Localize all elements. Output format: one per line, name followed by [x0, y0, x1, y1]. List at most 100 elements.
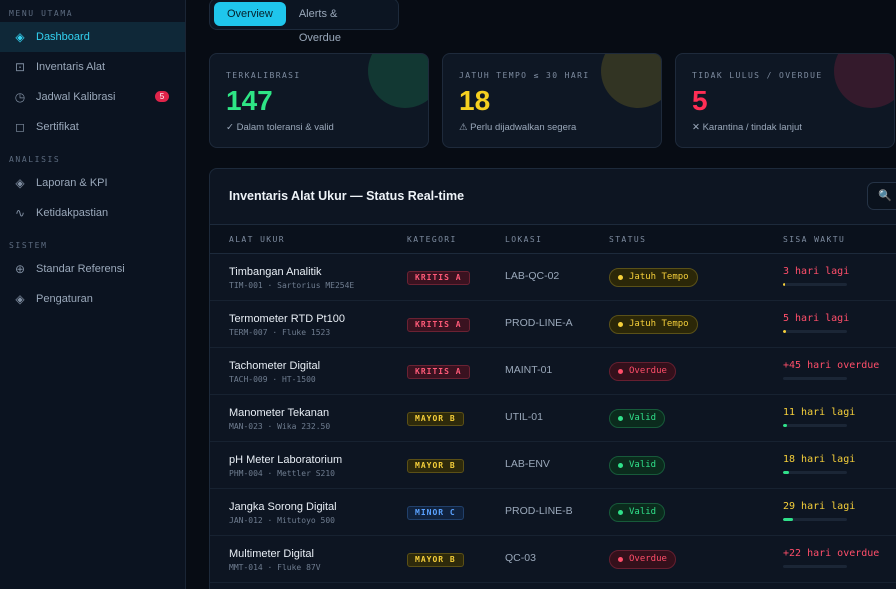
- main-content: Overview Alerts & Overdue TERKALIBRASI 1…: [186, 0, 896, 589]
- nav-section-title: MENU UTAMA: [9, 9, 74, 18]
- remaining-time: 18 hari lagi: [783, 454, 856, 465]
- status-badge: Valid: [609, 456, 666, 475]
- remaining-time: +22 hari overdue: [783, 548, 880, 559]
- location-text: PROD-LINE-B: [505, 505, 573, 517]
- instrument-code: TACH-009 · HT-1500: [229, 375, 316, 384]
- nav-section: MENU UTAMA ◈ Dashboard ⊡ Inventaris Alat ◷ Jad…: [0, 9, 185, 142]
- nav-section: SISTEM ⊕ Standar Referensi ◈ Pengaturan: [0, 241, 185, 314]
- sidebar-item-label: Pengaturan: [36, 293, 93, 305]
- category-badge: MINOR C: [407, 506, 464, 520]
- search-icon: 🔍: [878, 190, 892, 202]
- stat-note: ✓ Dalam toleransi & valid: [226, 122, 334, 133]
- remaining-progress-bar: [783, 330, 847, 333]
- diamond-icon: ◈: [15, 30, 25, 44]
- sidebar-item-standar-referensi[interactable]: ⊕ Standar Referensi: [0, 254, 185, 284]
- sidebar-item-label: Standar Referensi: [36, 263, 125, 275]
- column-header-location[interactable]: LOKASI: [505, 225, 542, 254]
- stat-note: ✕ Karantina / tindak lanjut: [692, 122, 802, 133]
- location-text: LAB-ENV: [505, 458, 550, 470]
- table-row[interactable]: Manometer Tekanan MAN-023 · Wika 232.50 MA…: [210, 395, 896, 442]
- table-row[interactable]: Termometer RTD Pt100 TERM-007 · Fluke 152…: [210, 301, 896, 348]
- sidebar-item-inventaris-alat[interactable]: ⊡ Inventaris Alat: [0, 52, 185, 82]
- inventory-panel: Inventaris Alat Ukur — Status Real-time …: [209, 168, 896, 589]
- sidebar-item-laporan-kpi[interactable]: ◈ Laporan & KPI: [0, 168, 185, 198]
- stat-card-calibrated: TERKALIBRASI 147 ✓ Dalam toleransi & val…: [209, 53, 429, 148]
- location-text: PROD-LINE-A: [505, 317, 573, 329]
- table-header: ALAT UKUR KATEGORI LOKASI STATUS SISA WA…: [210, 224, 896, 254]
- target-icon: ⊕: [14, 262, 26, 276]
- instrument-code: TERM-007 · Fluke 1523: [229, 328, 331, 337]
- tab-overview[interactable]: Overview: [214, 2, 286, 26]
- instrument-code: TIM-001 · Sartorius ME254E: [229, 281, 355, 290]
- search-button[interactable]: 🔍: [867, 182, 896, 210]
- instrument-name: Tachometer Digital: [229, 360, 321, 372]
- status-badge: Overdue: [609, 362, 676, 381]
- column-header-remaining[interactable]: SISA WAKTU: [783, 225, 845, 254]
- category-badge: KRITIS A: [407, 318, 470, 332]
- table-row[interactable]: Jangka Sorong Digital JAN-012 · Mitutoyo …: [210, 489, 896, 536]
- instrument-code: PHM-004 · Mettler S210: [229, 469, 335, 478]
- status-badge: Valid: [609, 409, 666, 428]
- remaining-time: 5 hari lagi: [783, 313, 850, 324]
- instrument-name: Timbangan Analitik: [229, 266, 322, 278]
- location-text: LAB-QC-02: [505, 270, 560, 282]
- sidebar-item-jadwal-kalibrasi[interactable]: ◷ Jadwal Kalibrasi 5: [0, 82, 185, 112]
- report-icon: ◈: [15, 176, 25, 190]
- clock-icon: ◷: [14, 90, 26, 104]
- status-badge: Jatuh Tempo: [609, 268, 698, 287]
- box-icon: ⊡: [14, 60, 26, 74]
- wave-icon: ∿: [14, 206, 26, 220]
- sidebar-item-sertifikat[interactable]: ◻ Sertifikat: [0, 112, 185, 142]
- table-row[interactable]: Timbangan Analitik TIM-001 · Sartorius ME…: [210, 254, 896, 301]
- table-row[interactable]: Tachometer Digital TACH-009 · HT-1500 KRIT…: [210, 348, 896, 395]
- instrument-name: Manometer Tekanan: [229, 407, 330, 419]
- remaining-progress-bar: [783, 565, 847, 568]
- sidebar: MENU UTAMA ◈ Dashboard ⊡ Inventaris Alat ◷ Jad…: [0, 0, 186, 589]
- remaining-time: 29 hari lagi: [783, 501, 856, 512]
- nav-section-title: ANALISIS: [9, 155, 61, 164]
- remaining-time: 11 hari lagi: [783, 407, 856, 418]
- instrument-name: Jangka Sorong Digital: [229, 501, 337, 513]
- sidebar-item-pengaturan[interactable]: ◈ Pengaturan: [0, 284, 185, 314]
- progress-fill: [783, 330, 786, 333]
- progress-fill: [783, 283, 785, 286]
- sidebar-item-ketidakpastian[interactable]: ∿ Ketidakpastian: [0, 198, 185, 228]
- category-badge: KRITIS A: [407, 271, 470, 285]
- remaining-progress-bar: [783, 471, 847, 474]
- instrument-code: JAN-012 · Mitutoyo 500: [229, 516, 335, 525]
- column-header-status[interactable]: STATUS: [609, 225, 646, 254]
- column-header-category[interactable]: KATEGORI: [407, 225, 457, 254]
- progress-fill: [783, 424, 787, 427]
- stat-card-failed-overdue: TIDAK LULUS / OVERDUE 5 ✕ Karantina / ti…: [675, 53, 895, 148]
- settings-icon: ◈: [15, 292, 25, 306]
- remaining-progress-bar: [783, 518, 847, 521]
- remaining-time: +45 hari overdue: [783, 360, 880, 371]
- table-row[interactable]: Multimeter Digital MMT-014 · Fluke 87V MAY…: [210, 536, 896, 583]
- remaining-progress-bar: [783, 424, 847, 427]
- stat-card-due-soon: JATUH TEMPO ≤ 30 HARI 18 ⚠ Perlu dijadwa…: [442, 53, 662, 148]
- remaining-progress-bar: [783, 283, 847, 286]
- sidebar-item-label: Sertifikat: [36, 121, 79, 133]
- nav-section-title: SISTEM: [9, 241, 48, 250]
- column-header-instrument[interactable]: ALAT UKUR: [229, 225, 285, 254]
- category-badge: KRITIS A: [407, 365, 470, 379]
- remaining-progress-bar: [783, 377, 847, 380]
- instrument-name: Multimeter Digital: [229, 548, 314, 560]
- progress-fill: [783, 471, 790, 474]
- category-badge: MAYOR B: [407, 412, 464, 426]
- progress-fill: [783, 518, 794, 521]
- instrument-name: Termometer RTD Pt100: [229, 313, 345, 325]
- location-text: MAINT-01: [505, 364, 553, 376]
- sidebar-item-dashboard[interactable]: ◈ Dashboard: [0, 22, 185, 52]
- count-badge: 5: [155, 91, 169, 102]
- status-badge: Overdue: [609, 550, 676, 569]
- table-row[interactable]: pH Meter Laboratorium PHM-004 · Mettler S…: [210, 442, 896, 489]
- sidebar-item-label: Dashboard: [36, 31, 90, 43]
- tab-alerts-overdue[interactable]: Alerts & Overdue: [286, 2, 394, 44]
- remaining-time: 3 hari lagi: [783, 266, 850, 277]
- location-text: UTIL-01: [505, 411, 543, 423]
- stat-note: ⚠ Perlu dijadwalkan segera: [459, 122, 577, 133]
- sidebar-item-label: Ketidakpastian: [36, 207, 109, 219]
- nav-section: ANALISIS ◈ Laporan & KPI ∿ Ketidakpastian: [0, 155, 185, 228]
- location-text: QC-03: [505, 552, 536, 564]
